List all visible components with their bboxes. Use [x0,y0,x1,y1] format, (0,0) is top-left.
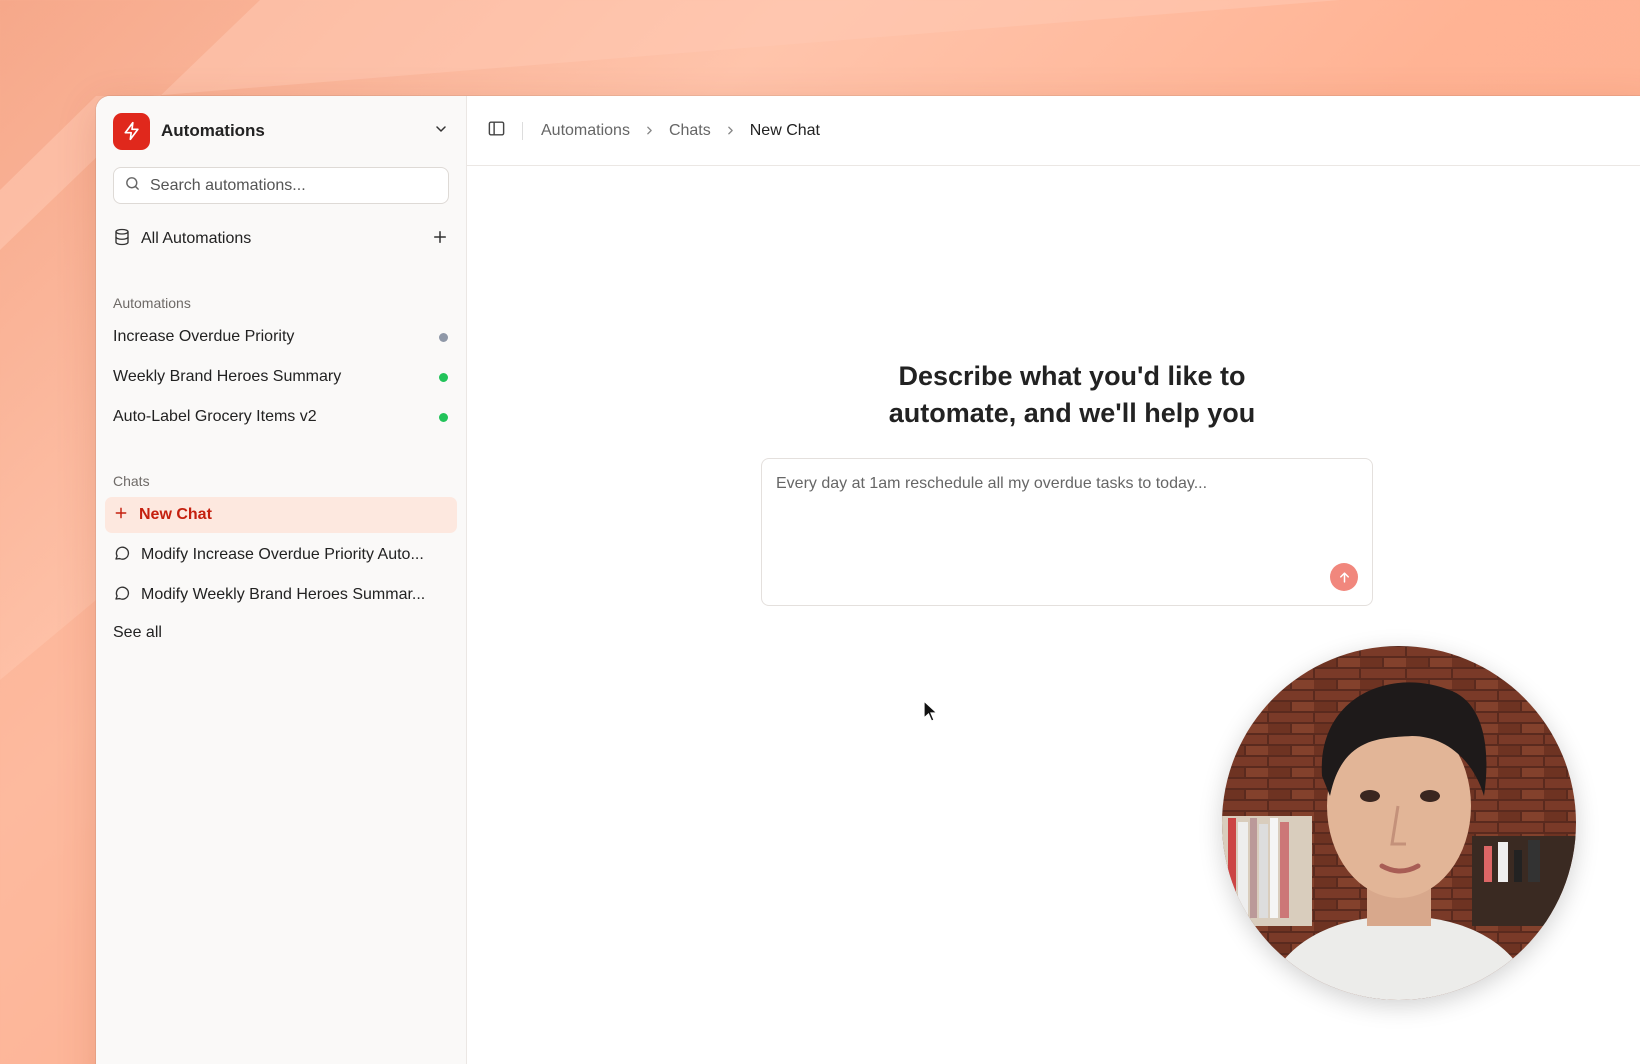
search-box[interactable] [113,167,449,204]
chat-item[interactable]: Modify Increase Overdue Priority Auto... [105,537,457,573]
automation-item-increase-overdue-priority[interactable]: Increase Overdue Priority [105,317,457,357]
prompt-composer [761,458,1373,606]
all-automations-item[interactable]: All Automations [105,219,457,259]
headline-line-2: automate, and we'll help you [888,398,1256,428]
status-dot [439,332,448,342]
chevron-right-icon [643,124,656,137]
automation-item-weekly-brand-heroes-summary[interactable]: Weekly Brand Heroes Summary [105,357,457,397]
search-icon [124,175,141,197]
automation-item-auto-label-grocery[interactable]: Auto-Label Grocery Items v2 [105,397,457,437]
automation-item-label: Weekly Brand Heroes Summary [113,368,342,385]
topbar: Automations Chats New Chat [467,96,1640,166]
plus-icon [113,505,129,526]
new-chat-item[interactable]: New Chat [105,497,457,533]
database-icon [113,228,131,251]
headline-line-1: Describe what you'd like to [898,361,1246,391]
workspace-switcher[interactable]: Automations [105,112,457,150]
page-headline: Describe what you'd like to automate, an… [467,358,1640,432]
chat-item-label: Modify Weekly Brand Heroes Summar... [141,586,426,603]
chat-bubble-icon [113,584,131,607]
sidebar-toggle-icon[interactable] [487,119,506,143]
breadcrumb-chats[interactable]: Chats [669,122,711,140]
breadcrumb-automations[interactable]: Automations [541,122,630,140]
new-chat-label: New Chat [139,506,212,523]
automation-item-label: Increase Overdue Priority [113,328,295,345]
chat-bubble-icon [113,544,131,567]
see-all-link[interactable]: See all [105,613,457,653]
topbar-divider [522,121,523,140]
send-button[interactable] [1330,563,1358,591]
workspace-name: Automations [161,121,265,140]
automation-item-label: Auto-Label Grocery Items v2 [113,408,317,425]
chats-section-label: Chats [113,473,150,489]
sidebar: Automations All Automations Automations … [96,96,467,1064]
status-dot [439,412,448,422]
breadcrumb: Automations Chats New Chat [541,122,820,140]
breadcrumb-current: New Chat [749,121,820,139]
mouse-cursor-icon [923,699,939,727]
chevron-down-icon[interactable] [433,121,449,142]
automations-section-label: Automations [113,295,191,311]
chat-item-label: Modify Increase Overdue Priority Auto... [141,546,424,563]
prompt-textarea[interactable] [762,459,1372,605]
add-automation-plus-icon[interactable] [431,228,449,251]
chat-item[interactable]: Modify Weekly Brand Heroes Summar... [105,577,457,613]
status-dot [439,372,448,382]
arrow-up-icon [1337,570,1352,585]
search-input[interactable] [150,176,430,195]
chevron-right-icon [724,124,737,137]
webcam-video-bubble[interactable] [1222,646,1576,1000]
lightning-bolt-icon [113,112,150,150]
all-automations-label: All Automations [141,230,252,247]
